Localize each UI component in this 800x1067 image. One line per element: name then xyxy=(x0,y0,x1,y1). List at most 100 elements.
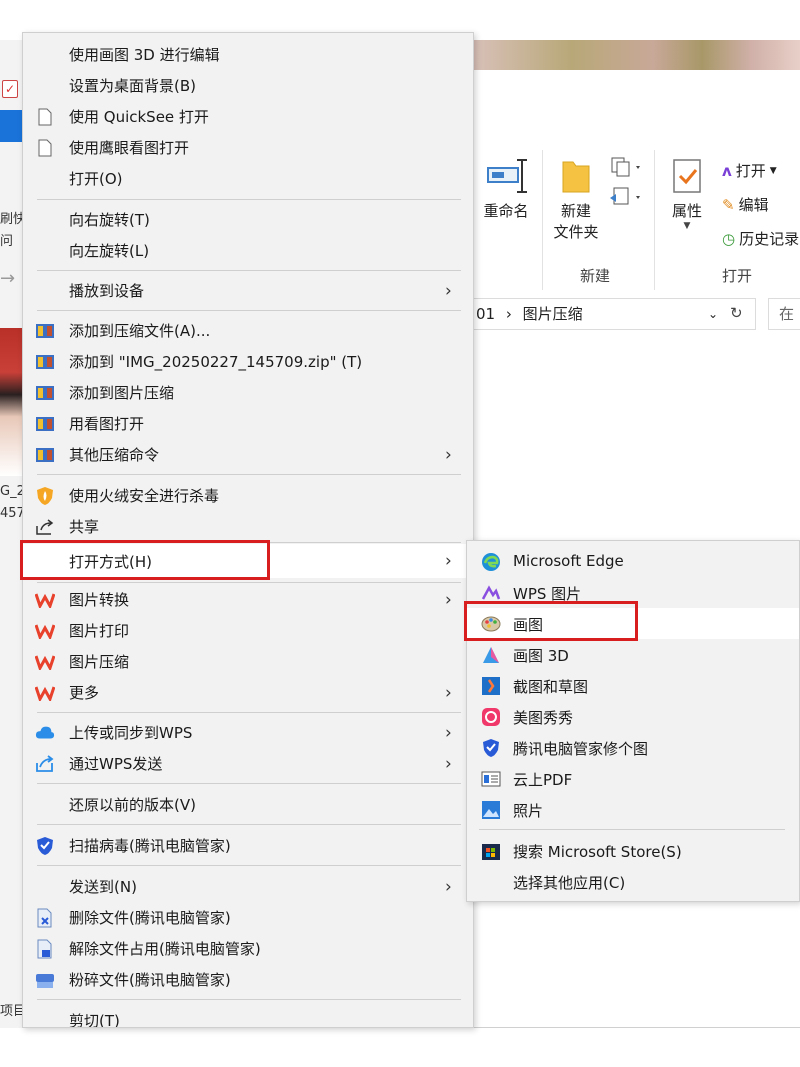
menu-separator xyxy=(37,310,461,311)
submenu-item-paint-3d[interactable]: 画图 3D xyxy=(467,639,799,670)
submenu-item-microsoft-edge[interactable]: Microsoft Edge xyxy=(467,546,799,577)
menu-item-set-wallpaper[interactable]: 设置为桌面背景(B) xyxy=(23,70,473,101)
menu-item-rotate-right[interactable]: 向右旋转(T) xyxy=(23,204,473,235)
properties-icon xyxy=(673,159,701,193)
menu-item-edit-paint3d[interactable]: 使用画图 3D 进行编辑 xyxy=(23,39,473,70)
menu-item-more[interactable]: 更多 › xyxy=(23,677,473,708)
menu-separator xyxy=(37,199,461,200)
rename-label: 重命名 xyxy=(483,202,529,220)
submenu-item-search-store[interactable]: 搜索 Microsoft Store(S) xyxy=(467,835,799,866)
submenu-item-label: Microsoft Edge xyxy=(513,552,624,570)
edit-icon: ✎ xyxy=(722,195,735,214)
new-folder-label-2: 文件夹 xyxy=(553,223,599,241)
wps-logo-icon xyxy=(35,622,55,640)
rename-icon xyxy=(487,159,527,193)
submenu-item-meitu[interactable]: 美图秀秀 xyxy=(467,701,799,732)
submenu-item-label: 腾讯电脑管家修个图 xyxy=(513,740,649,758)
history-icon: ◷ xyxy=(722,229,736,248)
menu-item-other-compress-commands[interactable]: 其他压缩命令 › xyxy=(23,439,473,470)
menu-item-huorong-scan[interactable]: 使用火绒安全进行杀毒 xyxy=(23,480,473,511)
menu-item-upload-wps[interactable]: 上传或同步到WPS › xyxy=(23,717,473,748)
history-label: 历史记录 xyxy=(739,230,800,248)
menu-item-send-to[interactable]: 发送到(N) › xyxy=(23,871,473,902)
menu-item-cast-to-device[interactable]: 播放到设备 › xyxy=(23,275,473,306)
wps-logo-icon xyxy=(35,684,55,702)
path-prefix: 01 xyxy=(476,305,496,323)
menu-item-label: 图片打印 xyxy=(69,622,130,640)
back-arrow-icon[interactable]: → xyxy=(0,268,15,289)
menu-item-open-eagle-eye[interactable]: 使用鹰眼看图打开 xyxy=(23,132,473,163)
open-button[interactable]: ʌ 打开 ▼ xyxy=(722,160,777,181)
menu-item-label: 使用 QuickSee 打开 xyxy=(69,108,209,126)
new-item-icon[interactable] xyxy=(608,156,644,182)
refresh-icon[interactable]: ↻ xyxy=(730,304,743,322)
chevron-right-icon: › xyxy=(445,444,452,465)
menu-item-share[interactable]: 共享 xyxy=(23,511,473,542)
highlight-box-open-with xyxy=(20,540,270,580)
menu-item-delete-file[interactable]: 删除文件(腾讯电脑管家) xyxy=(23,902,473,933)
submenu-item-label: 画图 3D xyxy=(513,647,569,665)
menu-item-add-to-zip[interactable]: 添加到 "IMG_20250227_145709.zip" (T) xyxy=(23,346,473,377)
submenu-item-choose-other-app[interactable]: 选择其他应用(C) xyxy=(467,866,799,897)
address-bar[interactable]: 01 › 图片压缩 ⌄ ↻ 在 xyxy=(474,298,800,330)
new-folder-button[interactable]: 新建 文件夹 xyxy=(548,156,604,242)
wps-image-icon xyxy=(481,583,501,603)
history-button[interactable]: ◷ 历史记录 xyxy=(722,228,799,249)
menu-item-label: 向右旋转(T) xyxy=(69,211,150,229)
rename-button[interactable]: 重命名 xyxy=(478,156,534,221)
menu-item-shred-file[interactable]: 粉碎文件(腾讯电脑管家) xyxy=(23,964,473,995)
submenu-item-photos[interactable]: 照片 xyxy=(467,794,799,825)
menu-item-label: 上传或同步到WPS xyxy=(69,724,193,742)
menu-item-scan-virus[interactable]: 扫描病毒(腾讯电脑管家) xyxy=(23,830,473,861)
address-path[interactable]: 01 › 图片压缩 ⌄ xyxy=(474,298,756,330)
menu-item-add-to-archive[interactable]: 添加到压缩文件(A)... xyxy=(23,315,473,346)
search-input[interactable]: 在 xyxy=(768,298,800,330)
open-label: 打开 xyxy=(735,162,766,180)
menu-item-add-to-image-compress[interactable]: 添加到图片压缩 xyxy=(23,377,473,408)
path-current-folder[interactable]: 图片压缩 xyxy=(523,305,583,323)
menu-item-label: 使用鹰眼看图打开 xyxy=(69,139,190,157)
properties-button[interactable]: 属性 ▼ xyxy=(664,156,710,231)
menu-item-label: 添加到图片压缩 xyxy=(69,384,175,402)
menu-item-image-convert[interactable]: 图片转换 › xyxy=(23,584,473,615)
chevron-down-icon[interactable]: ⌄ xyxy=(708,299,718,329)
menu-item-label: 使用画图 3D 进行编辑 xyxy=(69,46,220,64)
menu-item-image-compress[interactable]: 图片压缩 xyxy=(23,646,473,677)
microsoft-store-icon xyxy=(481,841,501,861)
menu-item-restore-previous-versions[interactable]: 还原以前的版本(V) xyxy=(23,789,473,820)
menu-item-label: 剪切(T) xyxy=(69,1012,120,1028)
menu-separator xyxy=(37,712,461,713)
submenu-item-tencent-photo-fix[interactable]: 腾讯电脑管家修个图 xyxy=(467,732,799,763)
menu-separator xyxy=(37,582,461,583)
menu-item-send-via-wps[interactable]: 通过WPS发送 › xyxy=(23,748,473,779)
chevron-right-icon: › xyxy=(445,722,452,743)
submenu-item-cloud-pdf[interactable]: 云上PDF xyxy=(467,763,799,794)
menu-item-label: 设置为桌面背景(B) xyxy=(69,77,196,95)
tencent-shield-icon xyxy=(35,837,55,855)
path-separator-icon: › xyxy=(505,305,512,323)
chevron-right-icon: › xyxy=(445,280,452,301)
easy-access-icon[interactable] xyxy=(608,186,644,212)
menu-item-image-print[interactable]: 图片打印 xyxy=(23,615,473,646)
share-icon xyxy=(35,518,55,536)
photos-icon xyxy=(481,800,501,820)
menu-item-rotate-left[interactable]: 向左旋转(L) xyxy=(23,235,473,266)
send-icon xyxy=(35,755,55,773)
edit-button[interactable]: ✎ 编辑 xyxy=(722,194,769,215)
chevron-down-icon: ▼ xyxy=(769,165,777,176)
checkbox-icon[interactable]: ✓ xyxy=(2,80,18,98)
menu-item-cut[interactable]: 剪切(T) xyxy=(23,1005,473,1028)
menu-item-label: 打开(O) xyxy=(69,170,123,188)
chevron-down-icon: ▼ xyxy=(683,221,691,231)
open-with-submenu: Microsoft Edge WPS 图片 画图 画图 3D 截图和草图 美图秀… xyxy=(466,540,800,902)
winrar-archive-icon xyxy=(35,353,55,371)
menu-item-open-quicksee[interactable]: 使用 QuickSee 打开 xyxy=(23,101,473,132)
menu-item-open[interactable]: 打开(O) xyxy=(23,163,473,194)
chevron-right-icon: › xyxy=(445,753,452,774)
menu-item-unlock-file[interactable]: 解除文件占用(腾讯电脑管家) xyxy=(23,933,473,964)
menu-item-open-with-viewer[interactable]: 用看图打开 xyxy=(23,408,473,439)
submenu-item-label: 美图秀秀 xyxy=(513,709,574,727)
edit-label: 编辑 xyxy=(738,196,769,214)
menu-separator xyxy=(37,270,461,271)
submenu-item-snip-sketch[interactable]: 截图和草图 xyxy=(467,670,799,701)
